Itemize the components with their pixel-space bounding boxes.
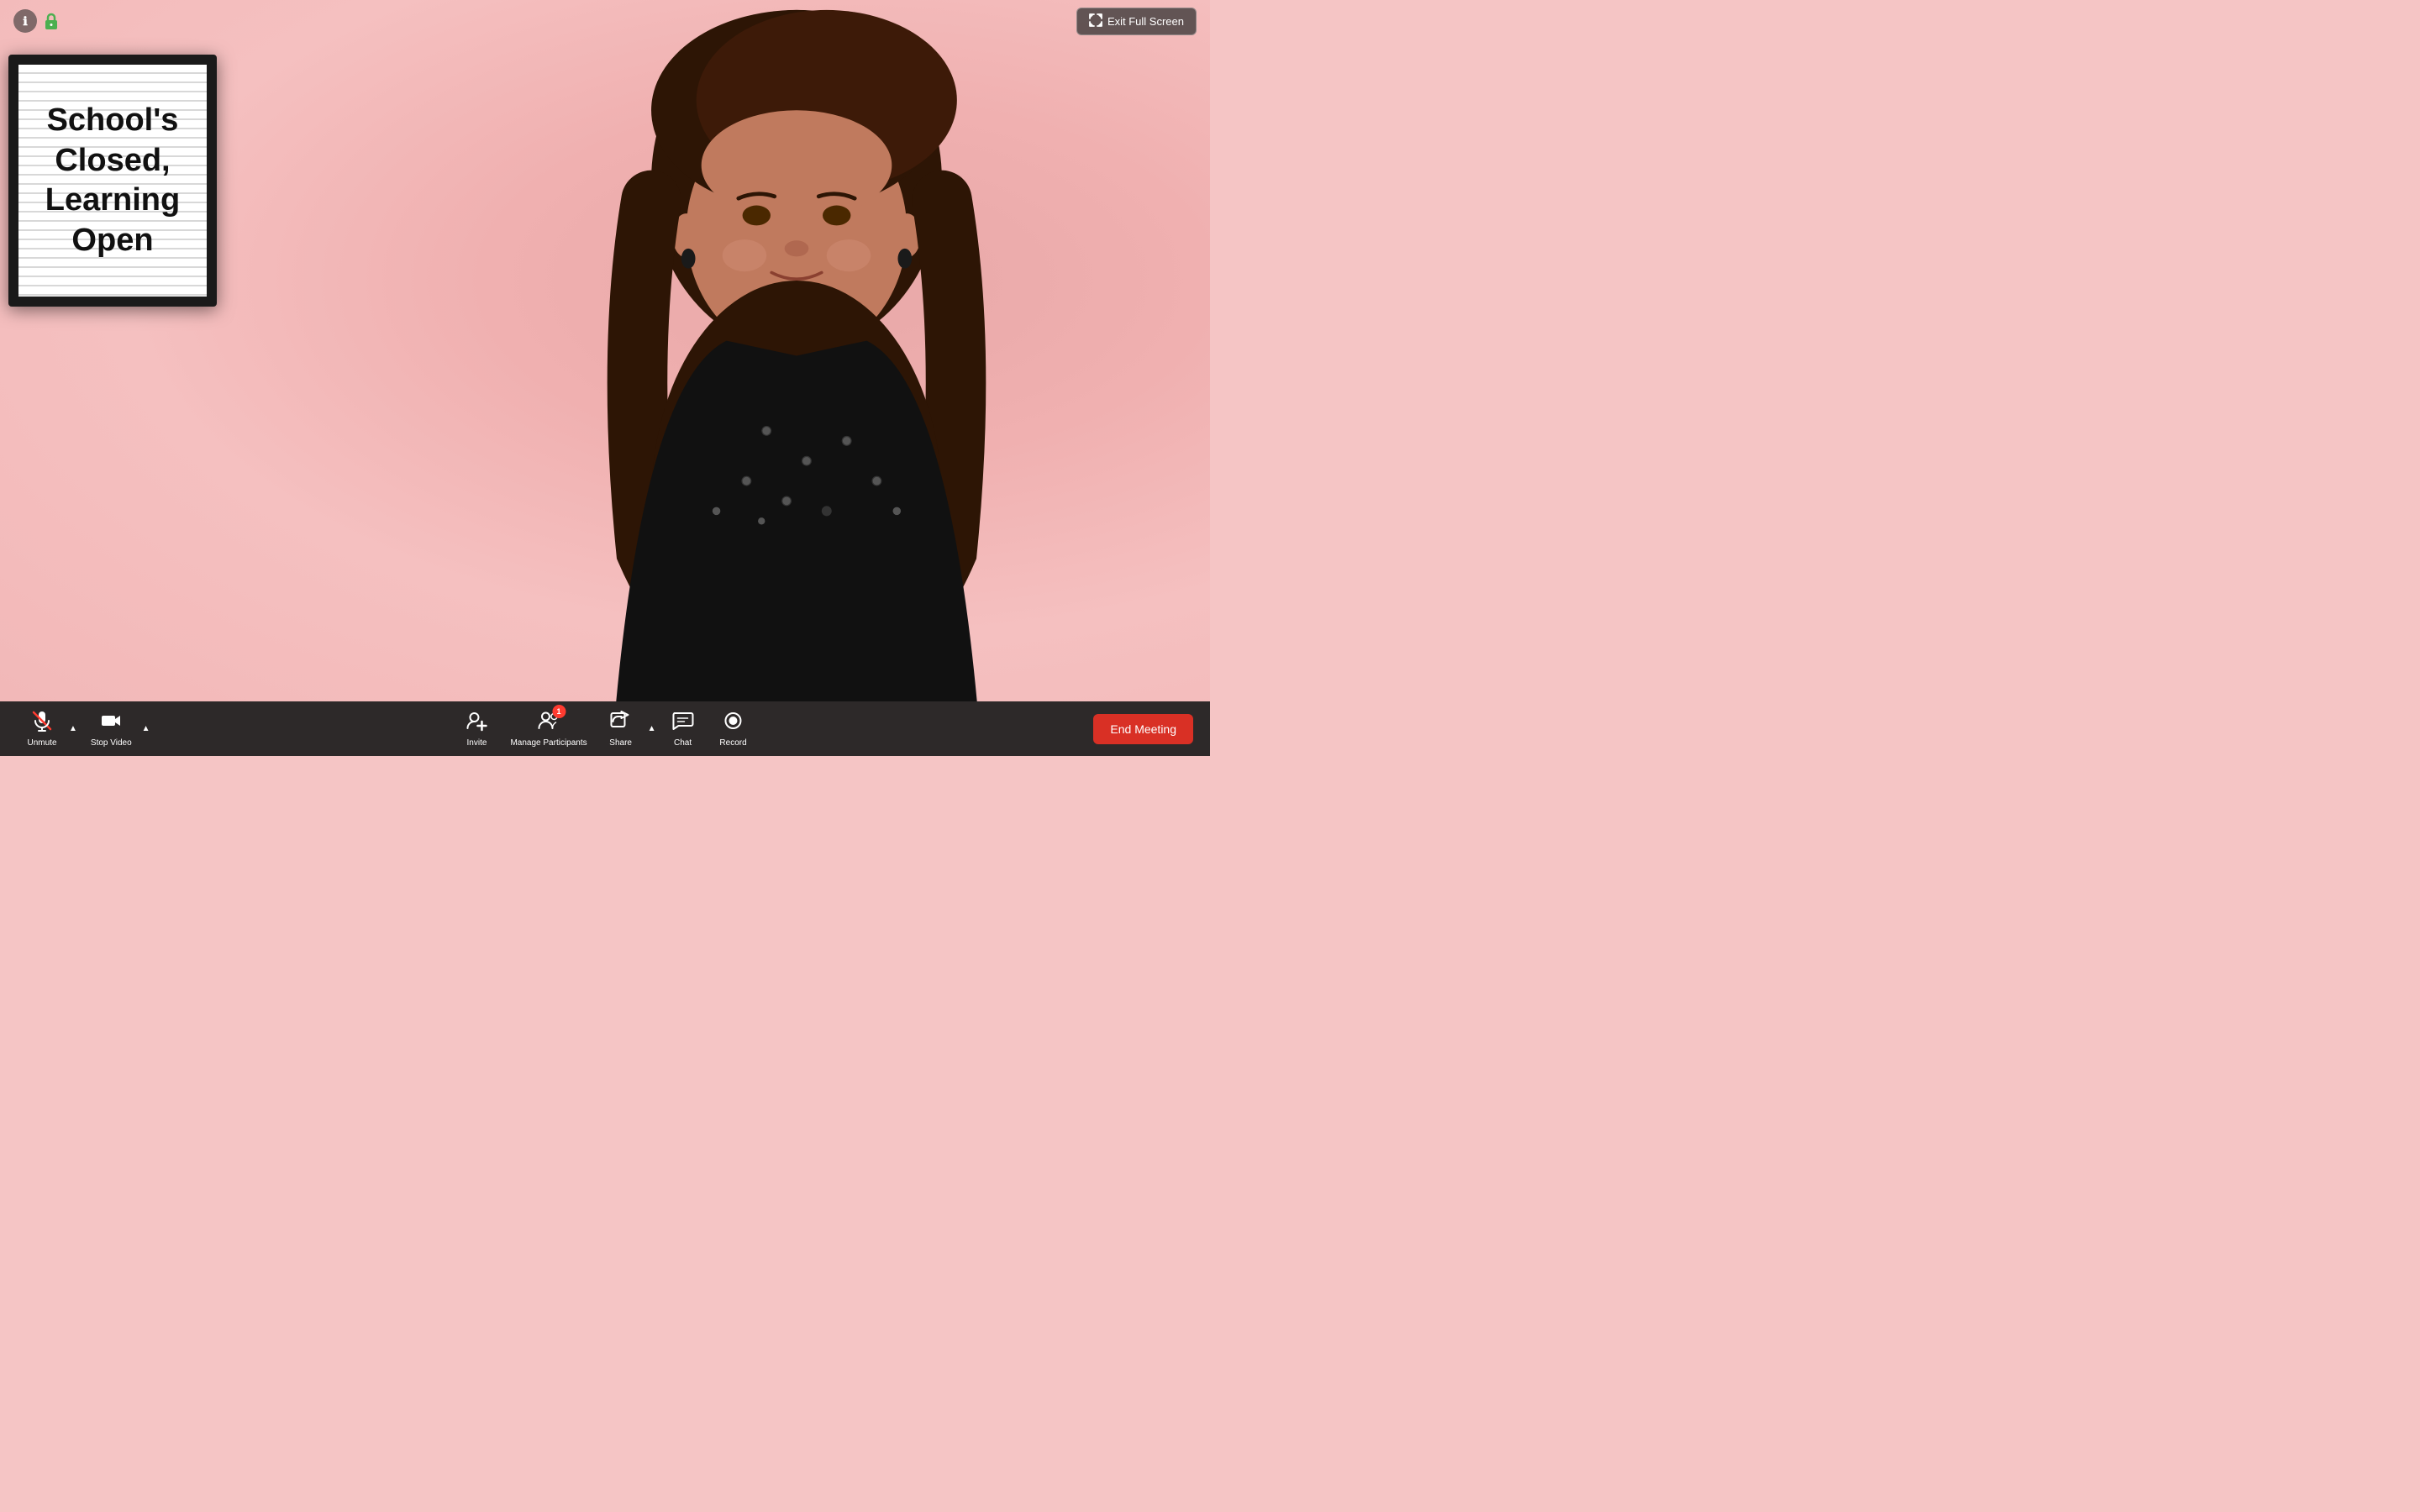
stop-video-label: Stop Video <box>91 738 132 748</box>
share-label: Share <box>609 738 632 748</box>
toolbar: Unmute ▲ Stop Video <box>0 701 1210 756</box>
stop-video-group: Stop Video ▲ <box>82 706 152 751</box>
microphone-muted-icon <box>31 710 53 735</box>
chat-icon <box>672 710 694 735</box>
stop-video-button[interactable]: Stop Video <box>82 706 140 751</box>
invite-icon <box>466 710 487 735</box>
letter-board: School's Closed, Learning Open <box>8 55 217 307</box>
letter-board-text: School's Closed, Learning Open <box>33 101 192 260</box>
exit-fullscreen-icon <box>1089 13 1102 29</box>
chat-label: Chat <box>674 738 692 748</box>
exit-fullscreen-button[interactable]: Exit Full Screen <box>1076 8 1197 35</box>
invite-button[interactable]: Invite <box>451 706 502 751</box>
chevron-up-icon-video: ▲ <box>142 724 150 733</box>
unmute-button[interactable]: Unmute <box>17 706 67 751</box>
record-icon <box>723 710 744 735</box>
toolbar-left: Unmute ▲ Stop Video <box>17 706 152 751</box>
manage-participants-button[interactable]: 1 Manage Participants <box>502 706 595 751</box>
participants-icon: 1 <box>537 710 560 735</box>
exit-fullscreen-label: Exit Full Screen <box>1107 15 1184 28</box>
main-container: School's Closed, Learning Open <box>0 0 1210 756</box>
share-chevron-button[interactable]: ▲ <box>646 724 658 733</box>
unmute-chevron-button[interactable]: ▲ <box>67 724 79 733</box>
stop-video-chevron-button[interactable]: ▲ <box>140 724 152 733</box>
person-svg <box>434 0 1160 701</box>
video-area: School's Closed, Learning Open <box>0 0 1210 701</box>
top-left-icons: ℹ <box>13 9 60 33</box>
share-group: Share ▲ <box>596 706 658 751</box>
toolbar-right: End Meeting <box>1093 714 1193 744</box>
chevron-up-icon: ▲ <box>69 724 77 733</box>
end-meeting-button[interactable]: End Meeting <box>1093 714 1193 744</box>
share-button[interactable]: Share <box>596 706 646 751</box>
manage-participants-label: Manage Participants <box>510 738 587 748</box>
participants-count: 1 <box>552 705 566 718</box>
invite-label: Invite <box>467 738 487 748</box>
lock-icon <box>42 12 60 30</box>
unmute-group: Unmute ▲ <box>17 706 79 751</box>
top-bar: ℹ Exit Full Screen <box>0 0 1210 42</box>
share-icon <box>610 710 632 735</box>
toolbar-center: Invite 1 Manage Participants <box>451 706 758 751</box>
record-label: Record <box>719 738 746 748</box>
video-icon <box>100 710 122 735</box>
record-button[interactable]: Record <box>708 706 759 751</box>
person-video <box>434 0 1160 701</box>
chat-button[interactable]: Chat <box>658 706 708 751</box>
unmute-label: Unmute <box>27 738 56 748</box>
info-icon[interactable]: ℹ <box>13 9 37 33</box>
chevron-up-icon-share: ▲ <box>648 724 656 733</box>
